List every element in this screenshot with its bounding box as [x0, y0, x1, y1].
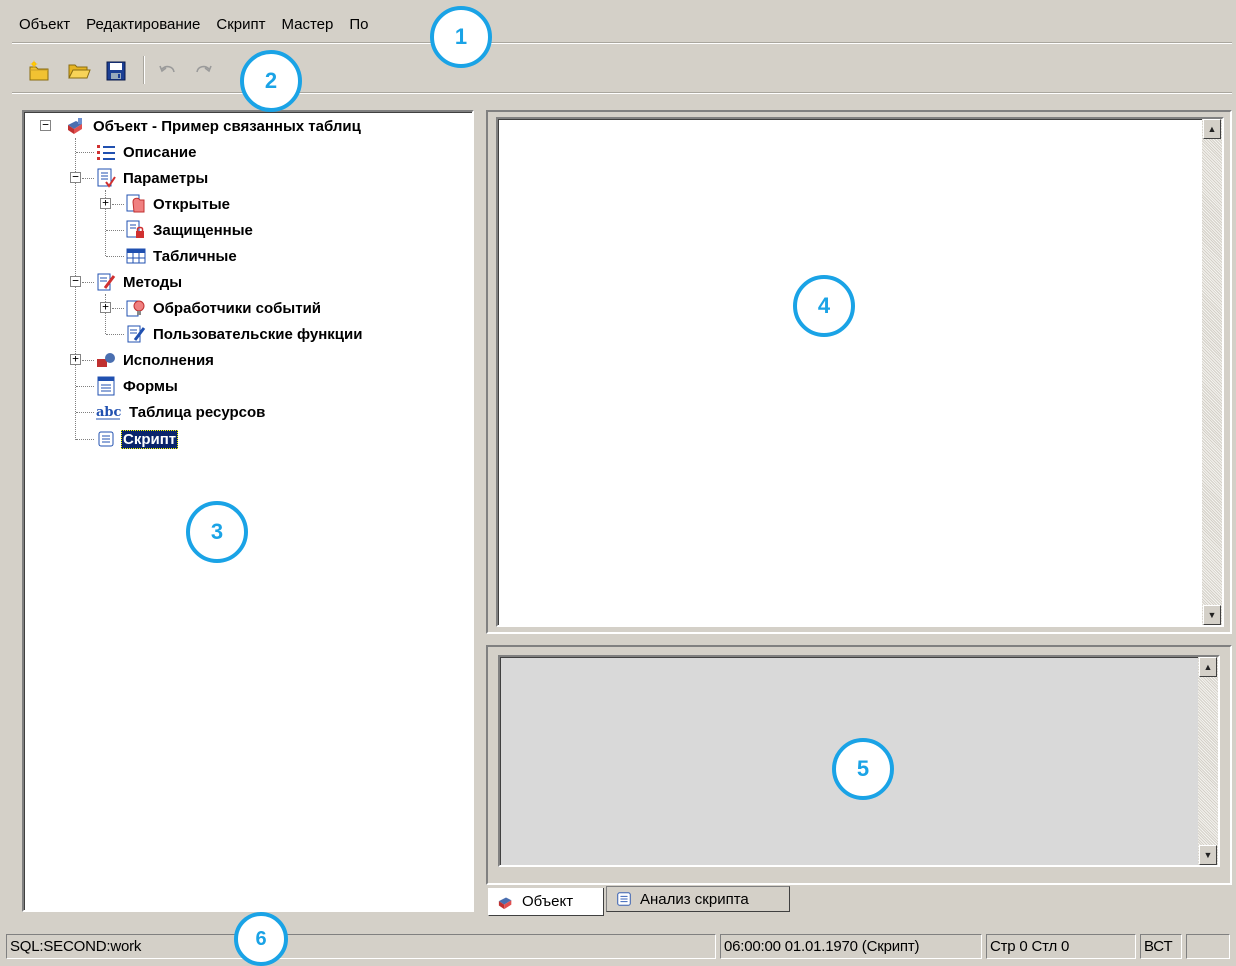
toolbar-separator: [143, 56, 145, 84]
status-datetime: 06:00:00 01.01.1970 (Скрипт): [720, 934, 982, 959]
menu-script[interactable]: Скрипт: [209, 16, 274, 33]
collapse-toggle[interactable]: −: [40, 119, 51, 131]
svg-text:abc: abc: [96, 405, 122, 420]
protected-params-icon: [126, 220, 146, 240]
tree-item-description[interactable]: Описание: [96, 141, 198, 163]
callout-badge: 3: [186, 501, 248, 563]
tree-item-methods[interactable]: Методы: [96, 271, 184, 293]
tree-item-label: Исполнения: [123, 351, 214, 369]
object-icon: [66, 116, 86, 136]
expand-toggle[interactable]: +: [100, 197, 111, 209]
script-icon: [96, 429, 116, 449]
tree-item-label: Скрипт: [121, 429, 179, 449]
table-icon: [126, 246, 146, 266]
abc-icon: abc: [96, 402, 122, 422]
collapse-toggle[interactable]: −: [70, 275, 81, 287]
user-functions-icon: [126, 324, 146, 344]
tree-item-label: Формы: [123, 377, 178, 395]
tree-item-table-params[interactable]: Табличные: [126, 245, 239, 267]
tree-item-label: Обработчики событий: [153, 299, 322, 317]
status-extra: [1186, 934, 1230, 959]
editor-scrollbar[interactable]: ▲ ▼: [1202, 119, 1222, 625]
tree-item-label: Табличные: [153, 247, 237, 265]
menu-wizard[interactable]: Мастер: [274, 16, 342, 33]
menu-divider: [12, 42, 1232, 44]
tree-item-label: Методы: [123, 273, 183, 291]
toolbar: [0, 46, 1236, 92]
callout-badge: 1: [430, 6, 492, 68]
tree-item-open-params[interactable]: Открытые: [126, 193, 232, 215]
open-params-icon: [126, 194, 146, 214]
callout-badge: 6: [234, 912, 288, 966]
tab-label: Объект: [522, 893, 574, 910]
save-icon[interactable]: [103, 58, 129, 84]
tree-item-protected-params[interactable]: Защищенные: [126, 219, 255, 241]
scroll-up-icon[interactable]: ▲: [1203, 119, 1221, 139]
tree-item-parameters[interactable]: Параметры: [96, 167, 210, 189]
tree-item-resources[interactable]: abc Таблица ресурсов: [96, 401, 267, 423]
status-connection: SQL:SECOND:work: [6, 934, 716, 959]
params-icon: [96, 168, 116, 188]
status-bar: SQL:SECOND:work 06:00:00 01.01.1970 (Скр…: [0, 931, 1236, 961]
menu-object[interactable]: Объект: [12, 16, 79, 33]
tree-item-label: Пользовательские функции: [153, 325, 363, 343]
script-editor[interactable]: ▲ ▼: [496, 117, 1224, 627]
scroll-down-icon[interactable]: ▼: [1199, 845, 1217, 865]
expand-toggle[interactable]: +: [70, 353, 81, 365]
forms-icon: [96, 376, 116, 396]
expand-toggle[interactable]: +: [100, 301, 111, 313]
tree-item-label: Параметры: [123, 169, 209, 187]
executions-icon: [96, 350, 116, 370]
callout-badge: 5: [832, 738, 894, 800]
methods-icon: [96, 272, 116, 292]
tree-item-object[interactable]: Объект - Пример связанных таблиц: [66, 115, 363, 137]
callout-badge: 2: [240, 50, 302, 112]
menu-edit[interactable]: Редактирование: [79, 16, 209, 33]
tree-connector: [75, 138, 76, 440]
tree-item-label: Описание: [123, 143, 197, 161]
list-icon: [96, 142, 116, 162]
scroll-down-icon[interactable]: ▼: [1203, 605, 1221, 625]
tree-item-label: Таблица ресурсов: [129, 403, 266, 421]
tree-item-label: Защищенные: [153, 221, 253, 239]
new-icon[interactable]: [26, 58, 52, 84]
open-folder-icon[interactable]: [66, 58, 92, 84]
collapse-toggle[interactable]: −: [70, 171, 81, 183]
object-icon: [497, 894, 515, 910]
event-handlers-icon: [126, 298, 146, 318]
status-position: Стр 0 Стл 0: [986, 934, 1136, 959]
tree-item-label: Объект - Пример связанных таблиц: [93, 117, 361, 135]
output-scrollbar[interactable]: ▲ ▼: [1198, 657, 1218, 865]
tree-item-executions[interactable]: Исполнения: [96, 349, 216, 371]
tree-item-event-handlers[interactable]: Обработчики событий: [126, 297, 323, 319]
tab-object[interactable]: Объект: [488, 888, 604, 916]
tree-item-label: Открытые: [153, 195, 230, 213]
redo-icon[interactable]: [190, 58, 216, 84]
menu-bar: Объект Редактирование Скрипт Мастер По: [0, 0, 1236, 44]
callout-badge: 4: [793, 275, 855, 337]
object-tree[interactable]: − − + − + + Объект - Пример связанных та…: [22, 110, 474, 912]
status-mode: ВСТ: [1140, 934, 1182, 959]
menu-help[interactable]: По: [342, 16, 377, 33]
toolbar-divider: [12, 92, 1232, 94]
tree-item-script[interactable]: Скрипт: [96, 428, 179, 450]
tree-item-user-functions[interactable]: Пользовательские функции: [126, 323, 364, 345]
tab-label: Анализ скрипта: [640, 890, 749, 908]
undo-icon[interactable]: [155, 58, 181, 84]
tab-script-analysis[interactable]: Анализ скрипта: [606, 886, 790, 912]
scroll-up-icon[interactable]: ▲: [1199, 657, 1217, 677]
tree-item-forms[interactable]: Формы: [96, 375, 180, 397]
script-icon: [615, 891, 633, 907]
